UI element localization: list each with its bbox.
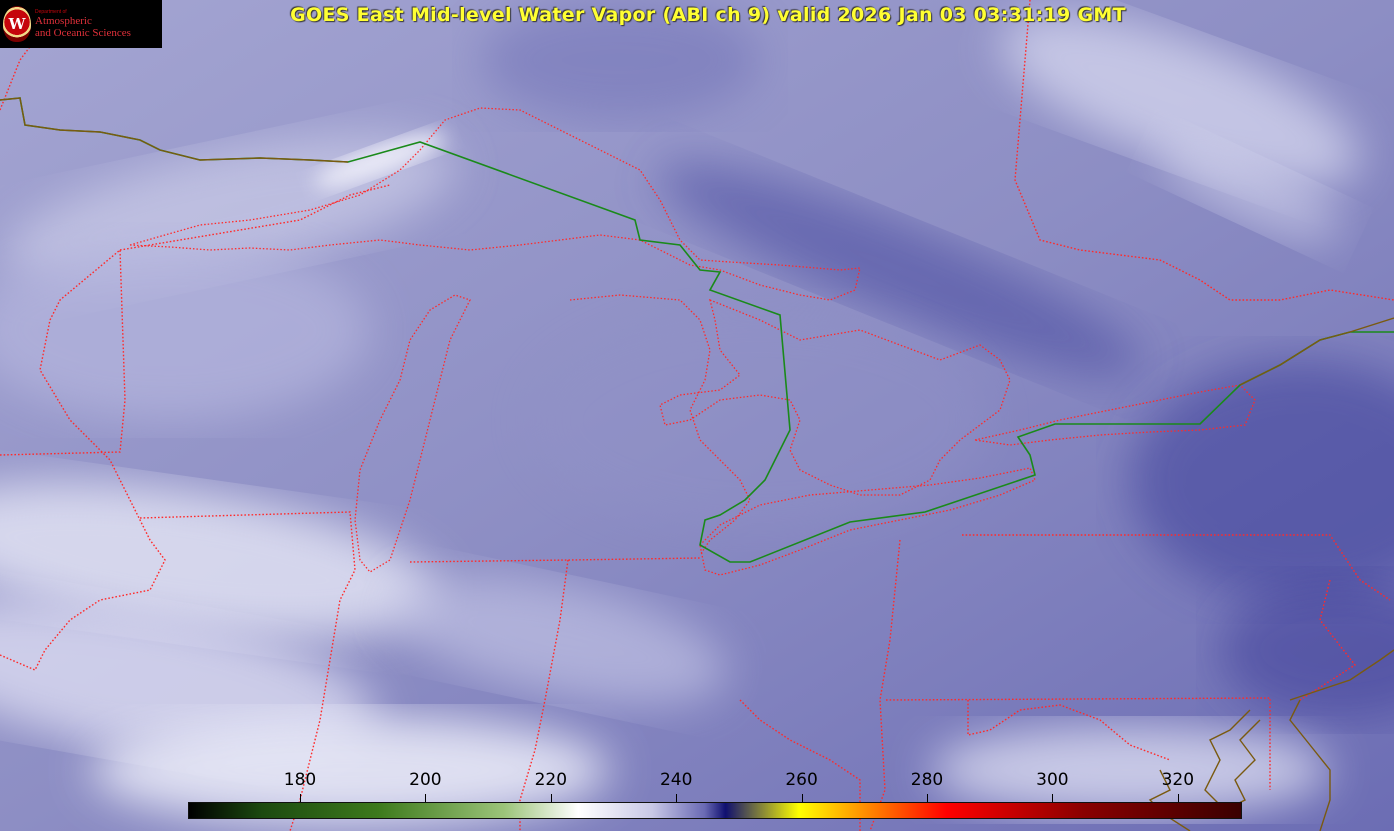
colorbar-tick-label: 260	[785, 770, 818, 790]
colorbar-tick-mark	[801, 794, 803, 802]
colorbar-tick-label: 220	[534, 770, 568, 790]
colorbar-tick-label: 240	[659, 770, 693, 790]
colorbar-tick-label: 280	[910, 770, 944, 790]
colorbar-tick-mark	[1052, 794, 1054, 802]
colorbar-tick-label: 180	[283, 770, 317, 790]
colorbar-tick-label: 320	[1161, 770, 1195, 790]
colorbar-tick-mark	[927, 794, 928, 802]
colorbar-tick-mark	[300, 794, 301, 802]
colorbar	[188, 802, 1242, 819]
water-vapor-map	[0, 0, 1394, 831]
colorbar-tick-mark	[1177, 794, 1179, 802]
logo-line-2: and Oceanic Sciences	[35, 27, 131, 39]
colorbar-tick-mark	[676, 794, 678, 802]
colorbar-tick-label: 300	[1036, 770, 1069, 790]
colorbar-tick-mark	[550, 794, 552, 802]
colorbar-tick-label: 200	[409, 770, 442, 790]
colorbar-tick-mark	[425, 794, 427, 802]
map-title: GOES East Mid-level Water Vapor (ABI ch …	[290, 4, 1126, 26]
